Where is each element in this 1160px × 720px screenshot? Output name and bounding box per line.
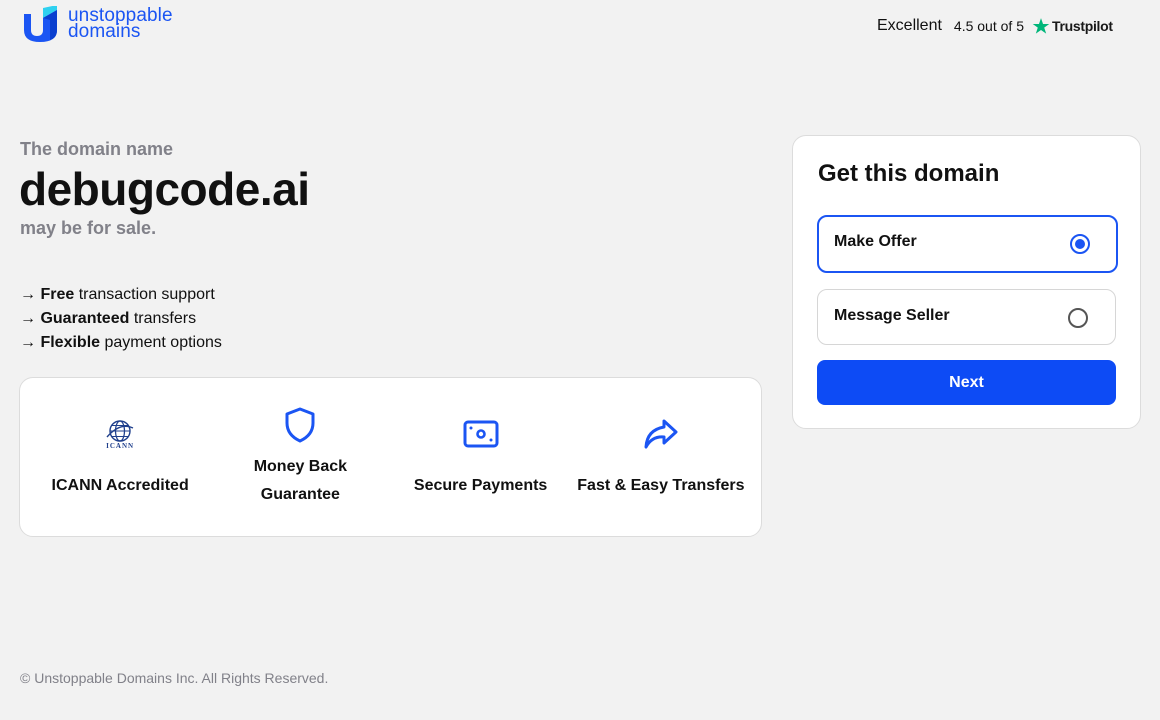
get-domain-card: Get this domain Make Offer Message Selle… (792, 135, 1141, 429)
benefit-label: Secure Payments (413, 477, 548, 494)
shield-icon (285, 407, 315, 443)
benefit-label-line-2: Guarantee (260, 486, 340, 503)
benefit-money-back: Money Back Guarantee (210, 405, 390, 509)
feature-text: payment options (100, 334, 222, 351)
benefits-card: ICANN ICANN Accredited Money Back Guaran… (19, 377, 762, 537)
hero-eyebrow: The domain name (20, 139, 174, 159)
benefit-icon-wrap (643, 414, 679, 454)
rating-word: Excellent (877, 17, 942, 34)
benefit-icann: ICANN ICANN Accredited (30, 414, 210, 500)
feature-text: transfers (129, 310, 197, 327)
get-domain-title: Get this domain (818, 160, 1000, 187)
feature-item: → Flexible payment options (20, 331, 222, 355)
feature-list: → Free transaction support → Guaranteed … (20, 283, 222, 355)
radio-selected-dot (1075, 239, 1085, 249)
trustpilot-rating[interactable]: Excellent 4.5 out of 5 Trustpilot (877, 16, 1113, 36)
icann-logo: ICANN (106, 418, 134, 450)
make-offer-option[interactable]: Make Offer (817, 215, 1118, 273)
feature-bold: Free (40, 286, 75, 303)
benefit-icon-wrap (463, 414, 499, 454)
benefit-label-line-1: Money Back (253, 458, 348, 475)
message-seller-option[interactable]: Message Seller (817, 289, 1116, 345)
make-offer-radio[interactable] (1070, 234, 1090, 254)
message-seller-label: Message Seller (834, 307, 950, 324)
logo-mark-icon (24, 6, 57, 42)
feature-item: → Guaranteed transfers (20, 307, 222, 331)
footer-copyright: © Unstoppable Domains Inc. All Rights Re… (20, 670, 329, 686)
arrow-icon: → (20, 286, 36, 303)
icann-wordmark: ICANN (106, 442, 135, 450)
unstoppable-domains-logo[interactable]: unstoppable domains (20, 6, 173, 42)
feature-bold: Flexible (40, 334, 101, 351)
share-arrow-icon (644, 419, 678, 449)
benefit-label: Fast & Easy Transfers (577, 477, 745, 494)
benefit-label: ICANN Accredited (51, 477, 189, 494)
make-offer-label: Make Offer (834, 233, 917, 250)
logo-text: unstoppable domains (68, 6, 173, 42)
page: unstoppable domains Excellent 4.5 out of… (0, 0, 1160, 720)
hero-subtitle: may be for sale. (20, 218, 157, 238)
arrow-icon: → (20, 310, 36, 327)
arrow-icon: → (20, 334, 36, 351)
rating-score: 4.5 out of 5 (953, 18, 1024, 34)
icann-globe-icon (106, 420, 134, 442)
domain-name: debugcode.ai (19, 163, 310, 215)
feature-text: transaction support (74, 286, 215, 303)
benefit-icon-wrap: ICANN (106, 414, 134, 454)
trustpilot-star-icon (1032, 18, 1050, 34)
benefit-label: Money Back Guarantee (254, 453, 347, 509)
benefit-fast-transfers: Fast & Easy Transfers (571, 414, 751, 500)
next-button[interactable]: Next (817, 360, 1116, 405)
feature-bold: Guaranteed (40, 310, 130, 327)
payment-card-icon (463, 420, 499, 448)
feature-item: → Free transaction support (20, 283, 222, 307)
logo-line-2: domains (68, 21, 141, 42)
trustpilot-name: Trustpilot (1051, 18, 1113, 34)
benefit-secure-payments: Secure Payments (391, 414, 571, 500)
benefit-icon-wrap (284, 405, 316, 445)
message-seller-radio[interactable] (1068, 308, 1088, 328)
